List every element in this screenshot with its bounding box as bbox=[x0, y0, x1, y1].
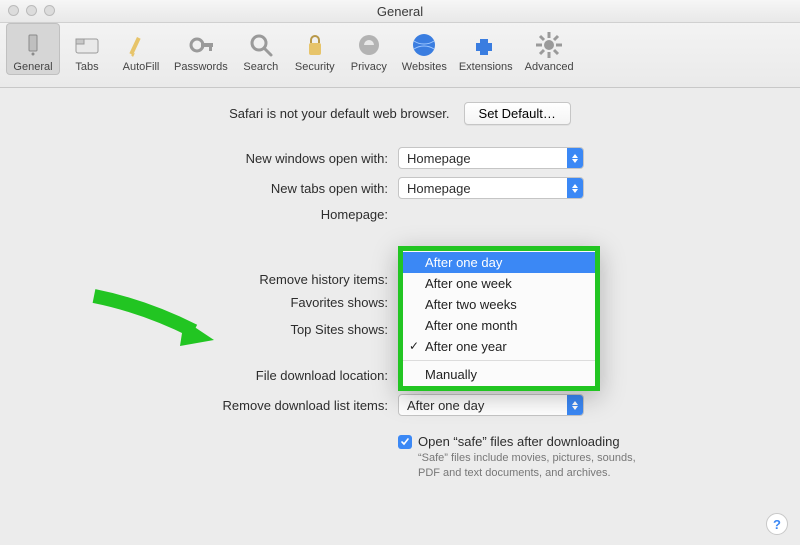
help-button[interactable]: ? bbox=[766, 513, 788, 535]
checkbox-checked-icon bbox=[398, 435, 412, 449]
toolbar-search-label: Search bbox=[243, 61, 278, 73]
remove-history-label: Remove history items: bbox=[0, 272, 398, 287]
remove-downloads-value: After one day bbox=[407, 398, 484, 413]
toolbar-websites-label: Websites bbox=[402, 61, 447, 73]
toolbar-security[interactable]: Security bbox=[288, 23, 342, 75]
open-safe-help: “Safe” files include movies, pictures, s… bbox=[418, 451, 648, 482]
dropdown-option-manually[interactable]: Manually bbox=[403, 364, 595, 385]
dropdown-option-two-weeks[interactable]: After two weeks bbox=[403, 294, 595, 315]
checkmark-icon: ✓ bbox=[409, 339, 419, 353]
dropdown-option-one-day[interactable]: After one day bbox=[403, 252, 595, 273]
remove-downloads-label: Remove download list items: bbox=[0, 398, 398, 413]
toolbar-privacy[interactable]: Privacy bbox=[342, 23, 396, 75]
toolbar-advanced[interactable]: Advanced bbox=[519, 23, 580, 75]
extensions-icon bbox=[470, 29, 502, 61]
homepage-label: Homepage: bbox=[0, 207, 398, 222]
minimize-window-icon[interactable] bbox=[26, 5, 37, 16]
titlebar: General bbox=[0, 0, 800, 23]
dropdown-separator bbox=[403, 360, 595, 361]
search-icon bbox=[245, 29, 277, 61]
toolbar-extensions-label: Extensions bbox=[459, 61, 513, 73]
passwords-icon bbox=[185, 29, 217, 61]
toolbar-general-label: General bbox=[13, 61, 52, 73]
open-safe-label: Open “safe” files after downloading bbox=[418, 434, 620, 449]
toolbar-autofill-label: AutoFill bbox=[123, 61, 160, 73]
remove-downloads-popup[interactable]: After one day bbox=[398, 394, 584, 416]
popup-arrows-icon bbox=[567, 148, 583, 168]
set-default-button[interactable]: Set Default… bbox=[464, 102, 571, 125]
toolbar-tabs[interactable]: Tabs bbox=[60, 23, 114, 75]
toolbar-privacy-label: Privacy bbox=[351, 61, 387, 73]
remove-history-dropdown[interactable]: After one day After one week After two w… bbox=[398, 246, 600, 391]
gear-icon bbox=[533, 29, 565, 61]
dropdown-option-one-week[interactable]: After one week bbox=[403, 273, 595, 294]
toolbar-general[interactable]: General bbox=[6, 23, 60, 75]
download-location-label: File download location: bbox=[0, 368, 398, 383]
tabs-icon bbox=[71, 29, 103, 61]
toolbar-extensions[interactable]: Extensions bbox=[453, 23, 519, 75]
popup-arrows-icon bbox=[567, 178, 583, 198]
toolbar-passwords-label: Passwords bbox=[174, 61, 228, 73]
general-icon bbox=[17, 29, 49, 61]
new-windows-popup[interactable]: Homepage bbox=[398, 147, 584, 169]
new-windows-value: Homepage bbox=[407, 151, 471, 166]
globe-icon bbox=[408, 29, 440, 61]
new-tabs-popup[interactable]: Homepage bbox=[398, 177, 584, 199]
dropdown-option-one-month[interactable]: After one month bbox=[403, 315, 595, 336]
preferences-toolbar: General Tabs AutoFill Passwords Search S… bbox=[0, 23, 800, 88]
annotation-arrow-icon bbox=[84, 286, 224, 359]
autofill-icon bbox=[125, 29, 157, 61]
window-controls[interactable] bbox=[8, 5, 55, 16]
new-tabs-label: New tabs open with: bbox=[0, 181, 398, 196]
window-title: General bbox=[377, 4, 423, 19]
lock-icon bbox=[299, 29, 331, 61]
toolbar-autofill[interactable]: AutoFill bbox=[114, 23, 168, 75]
toolbar-security-label: Security bbox=[295, 61, 335, 73]
zoom-window-icon[interactable] bbox=[44, 5, 55, 16]
toolbar-search[interactable]: Search bbox=[234, 23, 288, 75]
toolbar-websites[interactable]: Websites bbox=[396, 23, 453, 75]
close-window-icon[interactable] bbox=[8, 5, 19, 16]
popup-arrows-icon bbox=[567, 395, 583, 415]
open-safe-checkbox[interactable]: Open “safe” files after downloading bbox=[398, 434, 696, 449]
privacy-icon bbox=[353, 29, 385, 61]
default-browser-message: Safari is not your default web browser. bbox=[229, 106, 449, 121]
toolbar-advanced-label: Advanced bbox=[525, 61, 574, 73]
toolbar-tabs-label: Tabs bbox=[75, 61, 98, 73]
dropdown-option-one-year[interactable]: ✓ After one year bbox=[403, 336, 595, 357]
new-windows-label: New windows open with: bbox=[0, 151, 398, 166]
new-tabs-value: Homepage bbox=[407, 181, 471, 196]
toolbar-passwords[interactable]: Passwords bbox=[168, 23, 234, 75]
